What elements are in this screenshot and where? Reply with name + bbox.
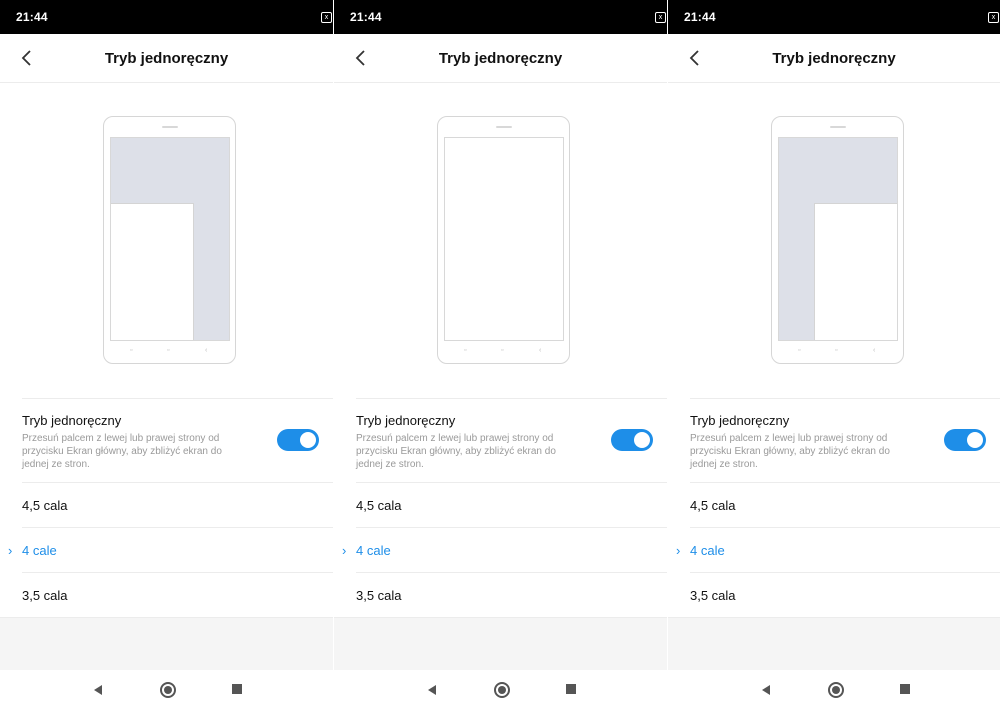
selected-chevron-icon: › — [8, 543, 13, 558]
status-bar: 21:44 x 42 — [668, 0, 1000, 34]
size-option-4[interactable]: › 4 cale — [8, 527, 333, 572]
one-handed-setting: Tryb jednoręczny Przesuń palcem z lewej … — [690, 398, 1000, 483]
toggle-knob — [967, 432, 983, 448]
recents-key-icon: ▫ — [798, 347, 801, 354]
phone-speaker — [496, 126, 512, 128]
size-option-3-5[interactable]: 3,5 cala — [690, 572, 1000, 617]
sim-icon: x — [321, 12, 332, 23]
recents-key-icon: ▫ — [130, 347, 133, 354]
home-key-icon: ▫ — [501, 347, 504, 354]
setting-description: Przesuń palcem z lewej lub prawej strony… — [690, 433, 890, 470]
setting-title: Tryb jednoręczny — [356, 413, 456, 428]
status-time: 21:44 — [350, 10, 382, 24]
illustration-keys: ▫ ▫ ‹ — [772, 347, 903, 355]
page-title: Tryb jednoręczny — [104, 50, 229, 67]
one-handed-illustration: ▫ ▫ ‹ — [437, 116, 570, 364]
screenshots-row: 21:44 x 41 Tryb jednoręczny ▫ ▫ ‹ Tryb j… — [0, 0, 1000, 712]
setting-description: Przesuń palcem z lewej lub prawej strony… — [22, 433, 222, 470]
system-navbar — [0, 670, 333, 712]
illustration-keys: ▫ ▫ ‹ — [438, 347, 569, 355]
one-handed-illustration: ▫ ▫ ‹ — [771, 116, 904, 364]
recents-square-icon[interactable] — [566, 684, 576, 694]
app-header: Tryb jednoręczny — [668, 34, 1000, 83]
home-circle-icon[interactable] — [494, 682, 510, 698]
system-navbar — [668, 670, 1000, 712]
one-handed-toggle[interactable] — [944, 429, 986, 451]
illustration-screen — [778, 137, 898, 341]
back-triangle-icon[interactable] — [426, 684, 438, 696]
home-circle-icon[interactable] — [160, 682, 176, 698]
size-option-4-5[interactable]: 4,5 cala — [22, 482, 333, 527]
home-key-icon: ▫ — [167, 347, 170, 354]
phone-speaker — [830, 126, 846, 128]
phone-screen-right-mode: 21:44 x 42 Tryb jednoręczny ▫ ▫ ‹ Tryb j… — [668, 0, 1000, 712]
app-header: Tryb jednoręczny — [334, 34, 667, 83]
one-handed-setting: Tryb jednoręczny Przesuń palcem z lewej … — [356, 398, 667, 483]
illustration-screen — [110, 137, 230, 341]
selected-chevron-icon: › — [676, 543, 681, 558]
status-time: 21:44 — [684, 10, 716, 24]
one-handed-toggle[interactable] — [611, 429, 653, 451]
phone-screen-left-mode: 21:44 x 41 Tryb jednoręczny ▫ ▫ ‹ Tryb j… — [0, 0, 333, 712]
sim-icon: x — [655, 12, 666, 23]
status-bar: 21:44 x 41 — [0, 0, 333, 34]
back-triangle-icon[interactable] — [92, 684, 104, 696]
selected-chevron-icon: › — [342, 543, 347, 558]
one-handed-illustration: ▫ ▫ ‹ — [103, 116, 236, 364]
page-title: Tryb jednoręczny — [772, 50, 896, 67]
status-time: 21:44 — [16, 10, 48, 24]
illustration-keys: ▫ ▫ ‹ — [104, 347, 235, 355]
one-handed-toggle[interactable] — [277, 429, 319, 451]
toggle-knob — [300, 432, 316, 448]
sim-icon: x — [988, 12, 999, 23]
setting-title: Tryb jednoręczny — [22, 413, 122, 428]
setting-description: Przesuń palcem z lewej lub prawej strony… — [356, 433, 556, 470]
app-header: Tryb jednoręczny — [0, 34, 333, 83]
empty-area — [0, 617, 333, 671]
size-option-4[interactable]: › 4 cale — [342, 527, 667, 572]
size-option-4-5[interactable]: 4,5 cala — [690, 482, 1000, 527]
size-option-3-5[interactable]: 3,5 cala — [356, 572, 667, 617]
back-key-icon: ‹ — [873, 347, 876, 354]
size-option-4-5[interactable]: 4,5 cala — [356, 482, 667, 527]
recents-square-icon[interactable] — [232, 684, 242, 694]
empty-area — [334, 617, 667, 671]
home-circle-icon[interactable] — [828, 682, 844, 698]
recents-square-icon[interactable] — [900, 684, 910, 694]
size-option-4[interactable]: › 4 cale — [676, 527, 1000, 572]
toggle-knob — [634, 432, 650, 448]
one-handed-setting: Tryb jednoręczny Przesuń palcem z lewej … — [22, 398, 333, 483]
shrunk-screen-area-left — [111, 203, 194, 340]
system-navbar — [334, 670, 667, 712]
recents-key-icon: ▫ — [464, 347, 467, 354]
page-title: Tryb jednoręczny — [438, 50, 563, 67]
back-key-icon: ‹ — [539, 347, 542, 354]
back-triangle-icon[interactable] — [760, 684, 772, 696]
status-bar: 21:44 x 42 — [334, 0, 667, 34]
size-option-3-5[interactable]: 3,5 cala — [22, 572, 333, 617]
shrunk-screen-area-right — [814, 203, 897, 340]
phone-screen-full-mode: 21:44 x 42 Tryb jednoręczny ▫ ▫ ‹ Tryb j… — [334, 0, 667, 712]
setting-title: Tryb jednoręczny — [690, 413, 790, 428]
home-key-icon: ▫ — [835, 347, 838, 354]
empty-area — [668, 617, 1000, 671]
back-key-icon: ‹ — [205, 347, 208, 354]
phone-speaker — [162, 126, 178, 128]
illustration-screen — [444, 137, 564, 341]
